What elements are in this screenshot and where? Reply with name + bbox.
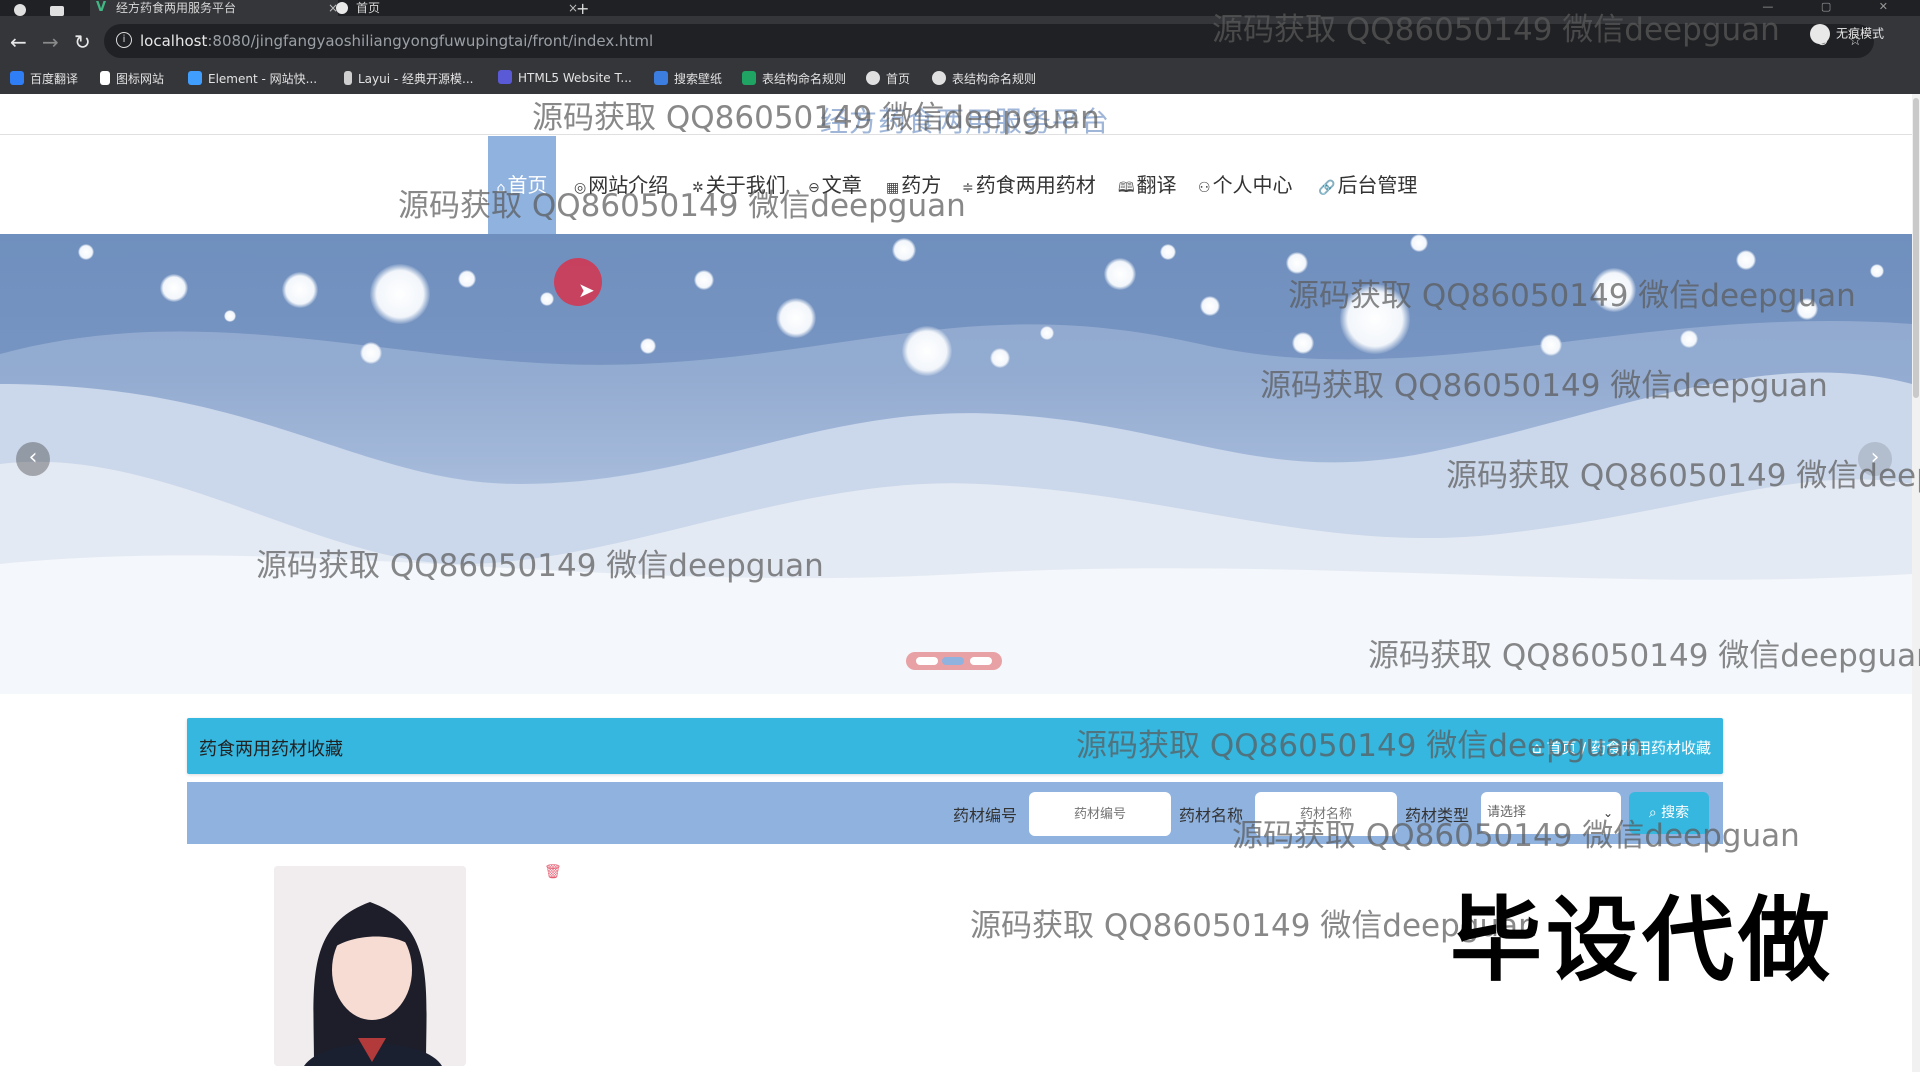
watermark: 源码获取 QQ86050149 微信deepguan (1368, 638, 1920, 674)
snowflake (1292, 332, 1314, 354)
bookmark-item[interactable]: 表结构命名规则 (932, 70, 1036, 87)
watermark: 源码获取 QQ86050149 微信deepguan (1288, 278, 1856, 314)
watermark: 源码获取 QQ86050149 微信deepguan (532, 100, 1100, 136)
snowflake (1200, 296, 1220, 316)
snowflake (540, 292, 554, 306)
bookmark-item[interactable]: Element - 网站快... (188, 70, 317, 87)
browser-tab-active[interactable]: V 经方药食两用服务平台 × (90, 0, 338, 16)
url-text[interactable]: localhost:8080/jingfangyaoshiliangyongfu… (140, 32, 653, 50)
snowflake (902, 326, 952, 376)
globe-icon (336, 2, 348, 14)
forward-arrow-icon[interactable]: → (42, 30, 59, 54)
snowflake (360, 342, 382, 364)
collection-title: 药食两用药材收藏 (199, 739, 343, 760)
snowflake (160, 274, 188, 302)
watermark: 源码获取 QQ86050149 微信deepguan (1446, 458, 1920, 494)
browser-tab[interactable]: 首页 × (330, 0, 578, 16)
snowflake (1870, 264, 1884, 278)
flag-icon (100, 71, 110, 85)
watermark: 源码获取 QQ86050149 微信deepguan (1232, 818, 1800, 854)
browser-menu-icon[interactable] (14, 4, 26, 16)
book-icon: 🕮 (1118, 180, 1135, 196)
tab-label: 首页 (356, 1, 381, 15)
trash-icon[interactable]: 🗑 (544, 864, 562, 880)
bookmark-item[interactable]: HTML5 Website T... (498, 70, 632, 85)
snowflake (78, 244, 94, 260)
watermark: 源码获取 QQ86050149 微信deepguan (398, 188, 966, 224)
snowflake (640, 338, 656, 354)
user-icon: ⚇ (1198, 180, 1211, 196)
snowflake (1040, 326, 1054, 340)
globe-icon (866, 71, 880, 85)
vue-icon: V (96, 0, 107, 15)
window-controls[interactable]: — ▢ ✕ (1762, 0, 1910, 13)
watermark: 源码获取 QQ86050149 微信deepguan (1260, 368, 1828, 404)
bookmark-item[interactable]: 搜索壁纸 (654, 70, 722, 87)
nav-item-translate[interactable]: 🕮 翻译 (1118, 136, 1177, 234)
snowflake (892, 238, 916, 262)
herb-card-image[interactable] (274, 866, 466, 1066)
snowflake (224, 310, 236, 322)
element-icon (188, 71, 202, 85)
tab-label: 经方药食两用服务平台 (116, 1, 237, 15)
snowflake (694, 270, 714, 290)
incognito-icon (1809, 24, 1830, 44)
mouse-cursor-icon: ➤ (578, 278, 595, 302)
nav-item-profile[interactable]: ⚇ 个人中心 (1198, 136, 1293, 234)
snowflake (1736, 250, 1756, 270)
snowflake (282, 272, 318, 308)
sheet-icon (742, 71, 756, 85)
carousel-dot[interactable] (970, 657, 992, 665)
globe-icon (932, 71, 946, 85)
scrollbar-thumb[interactable] (1913, 98, 1919, 398)
bookmarks-bar: 百度翻译 图标网站 Element - 网站快... Layui - 经典开源模… (0, 62, 1920, 95)
bookmark-icon (10, 71, 24, 85)
back-arrow-icon[interactable]: ← (10, 30, 27, 54)
snowflake (1540, 334, 1562, 356)
portrait-photo (274, 866, 466, 1066)
link-icon: 🔗 (1318, 180, 1336, 196)
bookmark-item[interactable]: 图标网站 (100, 70, 164, 87)
carousel-indicators (906, 652, 1002, 670)
snowflake (370, 264, 430, 324)
bookmark-item[interactable]: 表结构命名规则 (742, 70, 846, 87)
reload-icon[interactable]: ↻ (74, 30, 91, 54)
snowflake (458, 270, 476, 288)
watermark: 源码获取 QQ86050149 微信deepguan (1076, 728, 1644, 764)
layui-icon (344, 71, 352, 85)
snowflake (990, 348, 1010, 368)
tab-search-icon[interactable] (50, 6, 64, 16)
ad-overlay-text: 毕设代做 (1450, 887, 1835, 994)
snowflake (1160, 244, 1176, 260)
snowflake (1680, 330, 1698, 348)
html5-icon (498, 70, 512, 84)
bookmark-item[interactable]: 百度翻译 (10, 70, 78, 87)
herb-id-input[interactable] (1029, 792, 1171, 836)
nav-item-herbs[interactable]: ≑ 药食两用药材 (962, 136, 1096, 234)
carousel-dot-active[interactable] (942, 657, 964, 665)
snowflake (1104, 258, 1136, 290)
nav-item-admin[interactable]: 🔗 后台管理 (1318, 136, 1417, 234)
snowflake (1410, 234, 1428, 252)
page-scrollbar[interactable] (1912, 94, 1920, 1072)
incognito-indicator[interactable]: 无痕模式 (1809, 24, 1884, 44)
watermark: 源码获取 QQ86050149 微信deepguan (1212, 12, 1780, 48)
watermark: 源码获取 QQ86050149 微信deepguan (256, 548, 824, 584)
carousel-dot[interactable] (916, 657, 938, 665)
herb-id-label: 药材编号 (953, 806, 1018, 825)
snowflake (776, 298, 816, 338)
bookmark-item[interactable]: Layui - 经典开源模... (344, 70, 473, 87)
site-info-icon[interactable]: i (116, 32, 132, 48)
wallpaper-icon (654, 71, 668, 85)
bookmark-item[interactable]: 首页 (866, 70, 910, 87)
carousel-prev-button[interactable]: ‹ (16, 442, 50, 476)
